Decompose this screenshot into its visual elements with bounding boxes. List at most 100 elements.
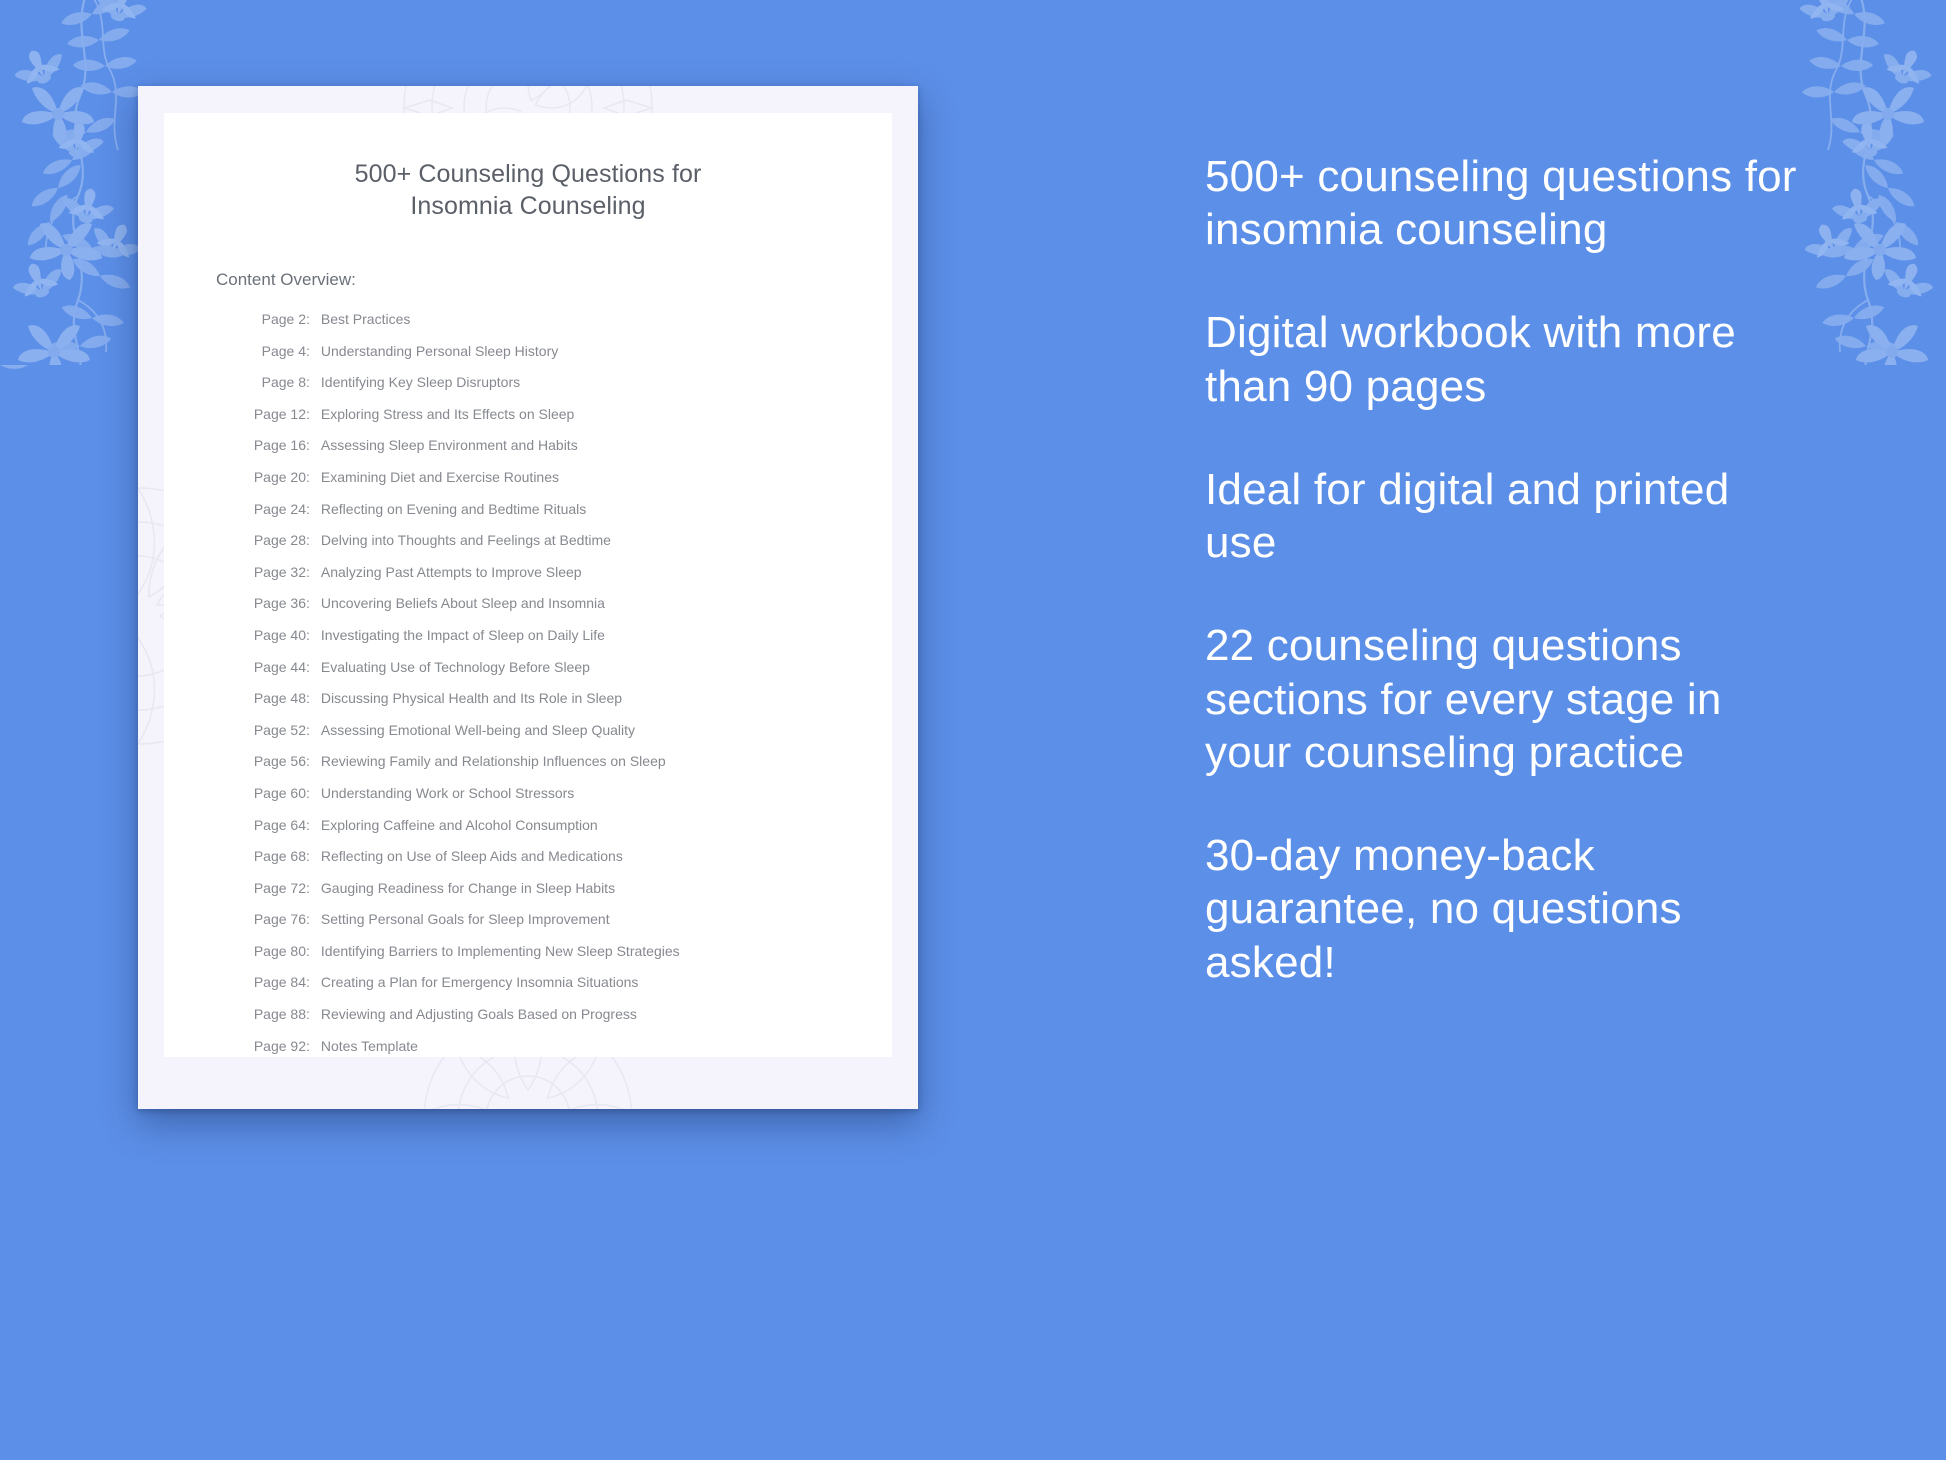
promo-line: 500+ counseling questions for insomnia c… [1205, 152, 1797, 255]
toc-entry-page: Page 68 [253, 848, 306, 865]
toc-entry-separator: : [306, 879, 310, 896]
toc-entry-page: Page 20 [253, 468, 306, 485]
toc-entry-page: Page 52 [253, 721, 306, 738]
toc-entry-title: Assessing Emotional Well-being and Sleep… [320, 721, 636, 738]
toc-entry-title: Gauging Readiness for Change in Sleep Ha… [320, 879, 616, 896]
toc-entry-page: Page 92 [253, 1037, 306, 1054]
toc-entry-page: Page 40 [253, 626, 306, 643]
toc-entry: Page 20: Examining Diet and Exercise Rout… [240, 470, 892, 484]
toc-entry-separator: : [306, 848, 310, 865]
toc-entry-separator: : [306, 500, 310, 517]
toc-entry-title: Exploring Stress and Its Effects on Slee… [320, 405, 575, 422]
toc-entry-separator: : [306, 595, 310, 612]
toc-entry: Page 56: Reviewing Family and Relationshi… [240, 754, 892, 768]
toc-entry-title: Setting Personal Goals for Sleep Improve… [320, 911, 610, 928]
toc-entry: Page 88: Reviewing and Adjusting Goals Ba… [240, 1007, 892, 1021]
toc-entry-page: Page 64 [253, 816, 306, 833]
toc-entry-title: Understanding Personal Sleep History [320, 342, 559, 359]
toc-entry-page: Page 84 [253, 974, 306, 991]
promo-line: 22 counseling questions sections for eve… [1205, 621, 1722, 777]
toc-entry: Page 32: Analyzing Past Attempts to Impro… [240, 565, 892, 579]
toc-entry: Page 12: Exploring Stress and Its Effects… [240, 407, 892, 421]
toc-entry-separator: : [306, 342, 310, 359]
toc-entry-title: Investigating the Impact of Sleep on Dai… [320, 626, 605, 643]
toc-entry-title: Identifying Barriers to Implementing New… [320, 942, 680, 959]
toc-entry-page: Page 56 [253, 753, 306, 770]
toc-entry-title: Understanding Work or School Stressors [320, 784, 575, 801]
toc-entry-page: Page 36 [253, 595, 306, 612]
toc-entry-separator: : [306, 437, 310, 454]
toc-entry-separator: : [306, 721, 310, 738]
promo-line: Ideal for digital and printed use [1205, 464, 1730, 568]
toc-entry-separator: : [306, 563, 310, 580]
toc-entry-title: Creating a Plan for Emergency Insomnia S… [320, 974, 639, 991]
toc-entry-title: Delving into Thoughts and Feelings at Be… [320, 532, 611, 549]
toc-entry-separator: : [306, 374, 310, 391]
toc-entry-page: Page 8 [261, 374, 306, 391]
toc-entry-page: Page 48 [253, 690, 306, 707]
toc-entry-page: Page 28 [253, 532, 306, 549]
toc-entry-separator: : [306, 1037, 310, 1054]
toc-entry-separator: : [306, 911, 310, 928]
toc-entry-separator: : [306, 816, 310, 833]
toc-entry-title: Evaluating Use of Technology Before Slee… [320, 658, 590, 675]
toc-entry-separator: : [306, 784, 310, 801]
toc-entry: Page 64: Exploring Caffeine and Alcohol C… [240, 818, 892, 832]
toc-entry: Page 72: Gauging Readiness for Change in … [240, 881, 892, 895]
toc-entry-page: Page 88 [253, 1006, 306, 1023]
document-page: 500+ Counseling Questions for Insomnia C… [164, 113, 892, 1057]
toc-entry-title: Uncovering Beliefs About Sleep and Insom… [320, 595, 605, 612]
toc-entry-title: Analyzing Past Attempts to Improve Sleep [320, 563, 582, 580]
toc-entry-page: Page 44 [253, 658, 306, 675]
toc-entry-separator: : [306, 626, 310, 643]
toc-entry-separator: : [306, 753, 310, 770]
toc-entry: Page 28: Delving into Thoughts and Feelin… [240, 533, 892, 547]
floral-border-right [1786, 0, 1946, 1460]
toc-entry-page: Page 12 [253, 405, 306, 422]
toc-entry-separator: : [306, 942, 310, 959]
toc-entry-title: Assessing Sleep Environment and Habits [320, 437, 578, 454]
toc-entry-separator: : [306, 468, 310, 485]
toc-entry: Page 52: Assessing Emotional Well-being a… [240, 723, 892, 737]
toc-entry-title: Examining Diet and Exercise Routines [320, 468, 560, 485]
toc-entry: Page 44: Evaluating Use of Technology Bef… [240, 660, 892, 674]
toc-entry: Page 2: Best Practices [240, 312, 892, 326]
toc-entry: Page 40: Investigating the Impact of Slee… [240, 628, 892, 642]
toc-entry-title: Identifying Key Sleep Disruptors [320, 374, 521, 391]
floral-border-left [0, 0, 160, 1460]
toc-entry-separator: : [306, 405, 310, 422]
content-overview-label: Content Overview: [216, 270, 356, 289]
toc-entry-page: Page 60 [253, 784, 306, 801]
toc-entry-page: Page 24 [253, 500, 306, 517]
toc-entry-title: Best Practices [320, 311, 411, 327]
toc-entry: Page 8: Identifying Key Sleep Disruptors [240, 375, 892, 389]
toc-entry: Page 48: Discussing Physical Health and I… [240, 691, 892, 705]
toc-entry-title: Reviewing and Adjusting Goals Based on P… [320, 1006, 637, 1023]
table-of-contents-list: Page 2: Best Practices Page 4: Understandin… [240, 312, 892, 1053]
toc-entry: Page 60: Understanding Work or School Str… [240, 786, 892, 800]
promo-line: 30-day money-back guarantee, no question… [1205, 831, 1682, 987]
toc-entry-title: Exploring Caffeine and Alcohol Consumpti… [320, 816, 598, 833]
promo-line: Digital workbook with more than 90 pages [1205, 308, 1736, 411]
toc-entry-page: Page 76 [253, 911, 306, 928]
toc-entry-page: Page 4 [261, 342, 306, 359]
toc-entry-title: Discussing Physical Health and Its Role … [320, 690, 623, 707]
toc-entry-separator: : [306, 658, 310, 675]
toc-entry-separator: : [306, 974, 310, 991]
toc-entry-separator: : [306, 532, 310, 549]
toc-entry-page: Page 32 [253, 563, 306, 580]
toc-entry-title: Notes Template [320, 1037, 418, 1054]
toc-entry: Page 16: Assessing Sleep Environment and … [240, 438, 892, 452]
document-title-line-2: Insomnia Counseling [410, 191, 646, 220]
toc-entry-separator: : [306, 311, 310, 327]
document-title: 500+ Counseling Questions for Insomnia C… [164, 159, 892, 222]
toc-entry: Page 92: Notes Template [240, 1039, 892, 1053]
toc-entry-page: Page 80 [253, 942, 306, 959]
document-title-line-1: 500+ Counseling Questions for [354, 160, 702, 188]
document-preview-card[interactable]: 500+ Counseling Questions for Insomnia C… [138, 86, 918, 1109]
toc-entry: Page 68: Reflecting on Use of Sleep Aids … [240, 849, 892, 863]
toc-entry: Page 76: Setting Personal Goals for Sleep… [240, 912, 892, 926]
toc-entry: Page 84: Creating a Plan for Emergency In… [240, 975, 892, 989]
toc-entry-page: Page 2 [261, 311, 306, 327]
toc-entry-page: Page 16 [253, 437, 306, 454]
